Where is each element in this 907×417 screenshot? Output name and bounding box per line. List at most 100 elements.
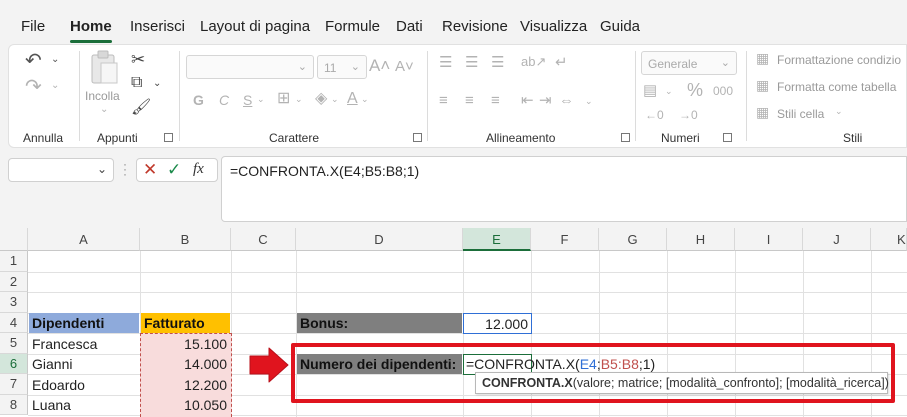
cell-a4[interactable]: Dipendenti — [29, 313, 139, 333]
alignment-launcher-icon[interactable] — [621, 133, 630, 142]
column-header-c[interactable]: C — [231, 228, 296, 251]
tooltip-function-name[interactable]: CONFRONTA.X — [482, 376, 573, 390]
column-header-g[interactable]: G — [599, 228, 667, 251]
menu-insert[interactable]: Inserisci — [130, 18, 185, 35]
undo-icon[interactable]: ↶ — [25, 51, 42, 71]
fill-dropdown-icon[interactable]: ⌄ — [331, 95, 339, 104]
format-painter-icon[interactable]: 🖌 — [131, 100, 151, 116]
menu-file[interactable]: File — [21, 18, 45, 35]
cell-b8[interactable]: 10.050 — [141, 395, 230, 415]
column-header-e[interactable]: E — [463, 228, 531, 251]
align-left-icon[interactable]: ≡ — [439, 93, 448, 108]
cell-styles-button[interactable]: Stili cella — [777, 107, 824, 121]
thousands-button[interactable]: 000 — [713, 85, 733, 97]
align-top-icon[interactable]: ☰ — [439, 55, 452, 70]
align-right-icon[interactable]: ≡ — [491, 93, 500, 108]
underline-dropdown-icon[interactable]: ⌄ — [257, 95, 265, 104]
cell-a5[interactable]: Francesca — [29, 334, 139, 354]
cell-b5[interactable]: 15.100 — [141, 334, 230, 354]
decrease-font-icon[interactable]: A˅ — [395, 59, 414, 74]
row-header-5[interactable]: 5 — [0, 333, 28, 354]
menu-review[interactable]: Revisione — [442, 18, 508, 35]
font-color-dropdown-icon[interactable]: ⌄ — [361, 95, 369, 104]
redo-icon[interactable]: ↷ — [25, 77, 42, 97]
menu-formulas[interactable]: Formule — [325, 18, 380, 35]
font-launcher-icon[interactable] — [413, 133, 422, 142]
column-header-a[interactable]: A — [28, 228, 140, 251]
format-as-table-icon[interactable]: ▦ — [756, 78, 769, 92]
function-tooltip[interactable]: CONFRONTA.X(valore; matrice; [modalità_c… — [475, 372, 889, 394]
menu-home[interactable]: Home — [70, 18, 112, 35]
cell-styles-icon[interactable]: ▦ — [756, 105, 769, 119]
column-header-j[interactable]: J — [803, 228, 871, 251]
column-header-i[interactable]: I — [735, 228, 803, 251]
paste-dropdown-icon[interactable]: ⌄ — [100, 105, 108, 115]
clipboard-launcher-icon[interactable] — [164, 133, 173, 142]
cell-b7[interactable]: 12.200 — [141, 375, 230, 395]
column-header-f[interactable]: F — [531, 228, 599, 251]
confirm-icon[interactable]: ✓ — [167, 160, 181, 180]
redo-dropdown-icon[interactable]: ⌄ — [51, 81, 59, 91]
cancel-icon[interactable]: ✕ — [143, 160, 157, 180]
underline-button[interactable]: S — [243, 93, 252, 107]
cut-icon[interactable]: ✂ — [131, 51, 145, 68]
name-box[interactable]: ⌄ — [8, 158, 114, 182]
cell-styles-dropdown-icon[interactable]: ⌄ — [835, 107, 843, 116]
copy-icon[interactable]: ⧉ — [131, 75, 142, 91]
merge-dropdown-icon[interactable]: ⌄ — [585, 97, 593, 106]
cell-edit-formula[interactable]: =CONFRONTA.X(E4;B5:B8;1) — [464, 354, 658, 374]
merge-center-icon[interactable]: ⇔ — [559, 93, 574, 108]
fill-color-icon[interactable]: ◈ — [315, 91, 327, 107]
cell-a8[interactable]: Luana — [29, 395, 139, 415]
percent-button[interactable]: % — [687, 81, 703, 99]
menu-view[interactable]: Visualizza — [520, 18, 587, 35]
cell-e4[interactable]: 12.000 — [463, 312, 532, 334]
number-format-select[interactable]: Generale ⌄ — [641, 51, 737, 75]
cell-d6[interactable]: Numero dei dipendenti: — [297, 354, 462, 374]
insert-function-icon[interactable]: fx — [193, 161, 204, 178]
row-header-6[interactable]: 6 — [0, 353, 28, 374]
column-header-d[interactable]: D — [296, 228, 463, 251]
menu-data[interactable]: Dati — [396, 18, 423, 35]
column-header-b[interactable]: B — [140, 228, 231, 251]
align-center-icon[interactable]: ≡ — [465, 93, 474, 108]
cell-d4[interactable]: Bonus: — [297, 313, 462, 333]
font-color-icon[interactable]: A — [347, 91, 358, 107]
font-size-select[interactable]: 11 ⌄ — [317, 55, 367, 79]
row-header-3[interactable]: 3 — [0, 292, 28, 313]
column-header-h[interactable]: H — [667, 228, 735, 251]
font-name-select[interactable]: ⌄ — [186, 55, 314, 79]
row-header-2[interactable]: 2 — [0, 271, 28, 292]
increase-decimal-icon[interactable]: ←0 — [645, 109, 664, 121]
undo-dropdown-icon[interactable]: ⌄ — [51, 55, 59, 65]
cell-a7[interactable]: Edoardo — [29, 375, 139, 395]
orientation-icon[interactable]: ab↗ — [521, 55, 546, 68]
borders-icon[interactable]: ⊞ — [277, 91, 290, 107]
borders-dropdown-icon[interactable]: ⌄ — [295, 95, 303, 104]
align-middle-icon[interactable]: ☰ — [465, 55, 478, 70]
menu-help[interactable]: Guida — [600, 18, 640, 35]
row-header-4[interactable]: 4 — [0, 312, 28, 333]
format-as-table-button[interactable]: Formatta come tabella — [777, 80, 896, 94]
accounting-dropdown-icon[interactable]: ⌄ — [665, 87, 673, 96]
decrease-decimal-icon[interactable]: →0 — [679, 109, 698, 121]
increase-font-icon[interactable]: A˄ — [369, 57, 390, 74]
row-header-7[interactable]: 7 — [0, 374, 28, 395]
number-launcher-icon[interactable] — [723, 133, 732, 142]
paste-icon[interactable] — [89, 49, 119, 87]
conditional-format-button[interactable]: Formattazione condizio — [777, 53, 901, 67]
cell-b4[interactable]: Fatturato — [141, 313, 230, 333]
row-header-8[interactable]: 8 — [0, 394, 28, 415]
select-all-corner[interactable] — [0, 228, 28, 251]
row-header-1[interactable]: 1 — [0, 251, 28, 272]
cell-b6[interactable]: 14.000 — [141, 354, 230, 374]
italic-button[interactable]: C — [219, 93, 229, 107]
menu-page-layout[interactable]: Layout di pagina — [200, 18, 310, 35]
wrap-text-icon[interactable]: ↵ — [555, 55, 568, 70]
accounting-format-icon[interactable]: ▤ — [643, 83, 657, 98]
formula-input[interactable]: =CONFRONTA.X(E4;B5:B8;1) — [221, 156, 907, 222]
align-bottom-icon[interactable]: ☰ — [491, 55, 504, 70]
bold-button[interactable]: G — [193, 93, 204, 107]
increase-indent-icon[interactable]: ⇥ — [539, 93, 552, 108]
column-header-k[interactable]: K — [871, 228, 907, 251]
